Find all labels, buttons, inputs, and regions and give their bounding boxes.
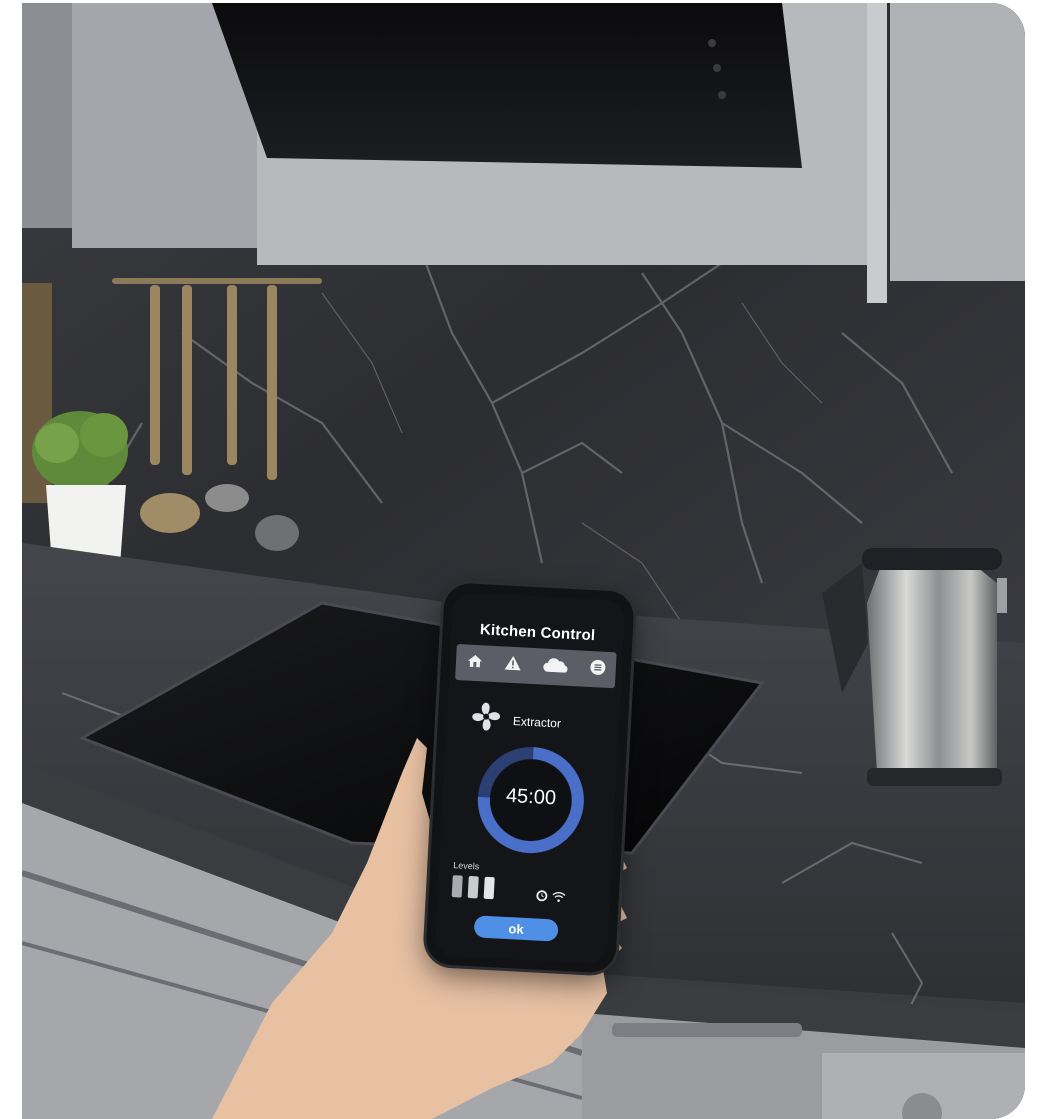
kitchen-photo: Kitchen Control Extractor 45:00 Levels o… [22, 3, 1025, 1119]
timer-dial[interactable]: 45:00 [474, 743, 588, 857]
level-bar-1[interactable] [451, 875, 463, 898]
levels-label: Levels [453, 860, 480, 872]
clock-icon [535, 888, 548, 907]
home-icon[interactable] [466, 652, 483, 674]
device-label: Extractor [512, 713, 562, 731]
menu-icon[interactable] [589, 658, 606, 680]
level-selector[interactable] [451, 875, 495, 900]
fan-icon [468, 699, 504, 740]
level-bar-3[interactable] [483, 876, 495, 900]
status-icons [535, 888, 566, 908]
smartphone: Kitchen Control Extractor 45:00 Levels o… [425, 582, 635, 974]
wifi-icon [551, 889, 566, 908]
warning-icon[interactable] [503, 654, 522, 676]
cloud-icon[interactable] [542, 656, 569, 678]
phone-screen: Kitchen Control Extractor 45:00 Levels o… [434, 591, 626, 965]
app-title: Kitchen Control [479, 621, 596, 645]
app-nav-bar [455, 643, 617, 689]
level-bar-2[interactable] [467, 875, 479, 899]
ok-button[interactable]: ok [473, 915, 559, 942]
device-row[interactable]: Extractor [468, 699, 562, 743]
